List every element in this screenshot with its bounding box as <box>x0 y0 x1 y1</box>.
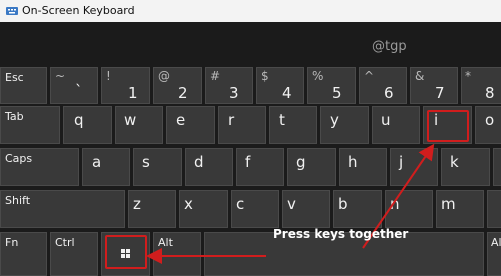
key-shift-label: $ <box>261 69 269 83</box>
key-main-label: 3 <box>229 84 239 102</box>
key-c[interactable]: c <box>231 190 279 228</box>
key-main-label: t <box>279 111 285 129</box>
key-main-label: 1 <box>128 84 138 102</box>
key-b[interactable]: b <box>333 190 382 228</box>
key-shift-label: ^ <box>364 69 375 83</box>
key-n[interactable]: n <box>385 190 433 228</box>
key-h[interactable]: h <box>339 148 387 186</box>
key-alt[interactable]: Alt <box>153 232 201 276</box>
title-bar: On-Screen Keyboard <box>0 0 501 22</box>
key-ctrl[interactable]: Ctrl <box>50 232 98 276</box>
key-x[interactable]: x <box>179 190 228 228</box>
highlight-i-key <box>427 110 469 142</box>
key-main-label: 5 <box>332 84 342 102</box>
key-a[interactable]: a <box>82 148 130 186</box>
key-main-label: w <box>124 111 137 129</box>
key-shift-label: % <box>312 69 324 83</box>
key-shift-label: * <box>465 69 471 83</box>
key-1[interactable]: ! 1 <box>101 67 150 104</box>
key-main-label: r <box>228 111 235 129</box>
key-label: Tab <box>5 110 24 123</box>
key-main-label: j <box>399 153 404 171</box>
key-main-label: v <box>287 195 296 213</box>
key-label: Al <box>491 236 501 249</box>
annotation-label: Press keys together <box>273 227 409 241</box>
key-caps[interactable]: Caps <box>0 148 79 186</box>
key-label: Alt <box>158 236 173 249</box>
key-shift-label: ! <box>106 69 111 83</box>
key-main-label: z <box>133 195 141 213</box>
key-5[interactable]: % 5 <box>307 67 356 104</box>
key-8[interactable]: * 8 <box>461 67 501 104</box>
key-main-label: 2 <box>178 84 188 102</box>
key-main-label: ` <box>75 82 83 100</box>
key-z[interactable]: z <box>128 190 176 228</box>
key-shift[interactable]: Shift <box>0 190 125 228</box>
key-main-label: 8 <box>485 84 495 102</box>
key-main-label: a <box>92 153 102 171</box>
key-2[interactable]: @ 2 <box>153 67 202 104</box>
key-v[interactable]: v <box>282 190 330 228</box>
key-main-label: n <box>390 195 400 213</box>
key-main-label: b <box>338 195 348 213</box>
key-f[interactable]: f <box>236 148 284 186</box>
key-main-label: k <box>450 153 459 171</box>
key-r[interactable]: r <box>218 106 266 144</box>
window-title: On-Screen Keyboard <box>22 4 135 17</box>
key-shift-label: # <box>210 69 221 83</box>
key-7[interactable]: & 7 <box>410 67 458 104</box>
key-main-label: x <box>184 195 193 213</box>
key-fn[interactable]: Fn <box>0 232 47 276</box>
key-3[interactable]: # 3 <box>205 67 253 104</box>
key-comma[interactable] <box>487 190 501 228</box>
highlight-windows-key <box>105 235 147 269</box>
key-label: Caps <box>5 152 33 165</box>
key-y[interactable]: y <box>320 106 369 144</box>
key-d[interactable]: d <box>185 148 233 186</box>
key-main-label: f <box>245 153 251 171</box>
key-u[interactable]: u <box>372 106 420 144</box>
key-main-label: o <box>485 111 495 129</box>
key-main-label: g <box>296 153 306 171</box>
key-w[interactable]: w <box>115 106 163 144</box>
key-shift-label: @ <box>158 69 170 83</box>
key-e[interactable]: e <box>166 106 215 144</box>
key-alt-right[interactable]: Al <box>487 232 501 276</box>
on-screen-keyboard: @tgp Esc ~ ` ! 1 @ 2 # 3 $ 4 % 5 ^ 6 & 7… <box>0 22 501 276</box>
key-main-label: d <box>194 153 204 171</box>
key-label: Shift <box>5 194 31 207</box>
key-m[interactable]: m <box>436 190 484 228</box>
key-main-label: 6 <box>384 84 394 102</box>
key-k[interactable]: k <box>441 148 490 186</box>
key-shift-label: ~ <box>55 69 66 83</box>
key-o[interactable]: o <box>475 106 501 144</box>
key-main-label: 4 <box>282 84 292 102</box>
key-main-label: m <box>441 195 456 213</box>
key-esc[interactable]: Esc <box>0 67 47 104</box>
key-backtick[interactable]: ~ ` <box>50 67 98 104</box>
key-label: Ctrl <box>55 236 75 249</box>
key-4[interactable]: $ 4 <box>256 67 304 104</box>
key-main-label: u <box>381 111 391 129</box>
key-j[interactable]: j <box>390 148 438 186</box>
key-label: Esc <box>5 71 24 84</box>
key-main-label: s <box>142 153 150 171</box>
key-6[interactable]: ^ 6 <box>359 67 407 104</box>
key-main-label: e <box>176 111 186 129</box>
watermark: @tgp <box>372 39 407 54</box>
key-main-label: q <box>74 111 84 129</box>
key-g[interactable]: g <box>287 148 336 186</box>
key-l[interactable] <box>493 148 501 186</box>
key-main-label: 7 <box>435 84 445 102</box>
key-main-label: y <box>330 111 339 129</box>
keyboard-icon <box>6 7 18 15</box>
key-tab[interactable]: Tab <box>0 106 60 144</box>
key-main-label: c <box>236 195 245 213</box>
key-t[interactable]: t <box>269 106 317 144</box>
key-main-label: h <box>348 153 358 171</box>
key-s[interactable]: s <box>133 148 182 186</box>
key-q[interactable]: q <box>63 106 112 144</box>
key-shift-label: & <box>415 69 425 83</box>
key-label: Fn <box>5 236 19 249</box>
